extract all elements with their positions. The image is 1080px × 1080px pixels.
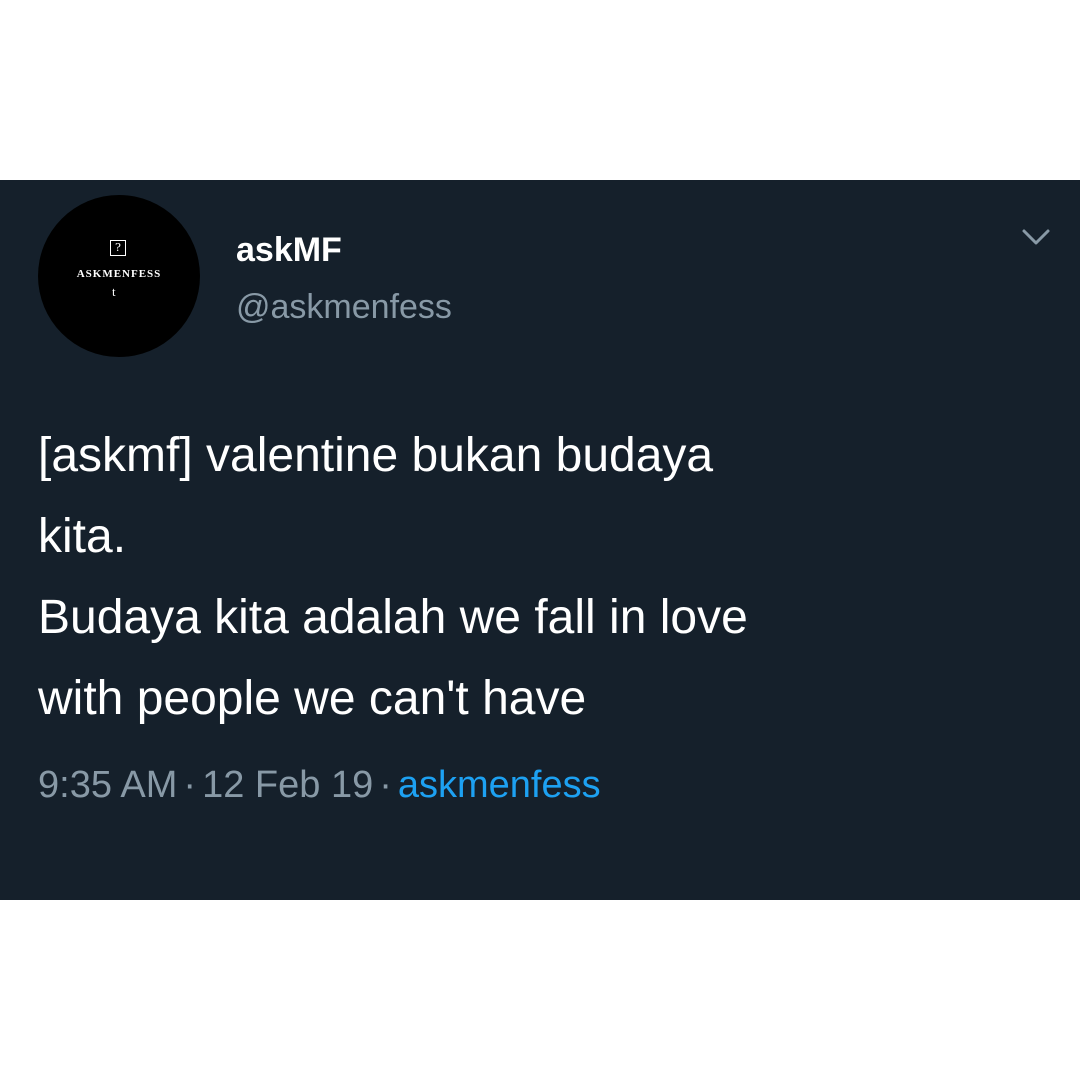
tweet-source-link[interactable]: askmenfess xyxy=(398,764,601,806)
question-mark-icon: ? xyxy=(110,240,126,256)
chevron-down-icon[interactable] xyxy=(1020,225,1052,249)
tweet-meta: 9:35 AM · 12 Feb 19 · askmenfess xyxy=(38,763,601,807)
tweet-date[interactable]: 12 Feb 19 xyxy=(202,764,373,806)
avatar-monogram: t xyxy=(112,284,116,299)
image-frame: ? ASKMENFESS t askMF @askmenfess [askmf]… xyxy=(0,0,1080,1080)
meta-separator: · xyxy=(183,764,197,806)
tweet-card: ? ASKMENFESS t askMF @askmenfess [askmf]… xyxy=(0,180,1080,900)
tweet-text: [askmf] valentine bukan budaya kita. Bud… xyxy=(38,429,748,725)
display-name[interactable]: askMF xyxy=(236,230,342,270)
avatar-wordmark: ASKMENFESS xyxy=(76,268,162,280)
avatar[interactable]: ? ASKMENFESS t xyxy=(38,195,200,357)
user-handle[interactable]: @askmenfess xyxy=(236,287,452,327)
meta-separator: · xyxy=(379,764,392,806)
tweet-time: 9:35 AM xyxy=(38,764,178,806)
